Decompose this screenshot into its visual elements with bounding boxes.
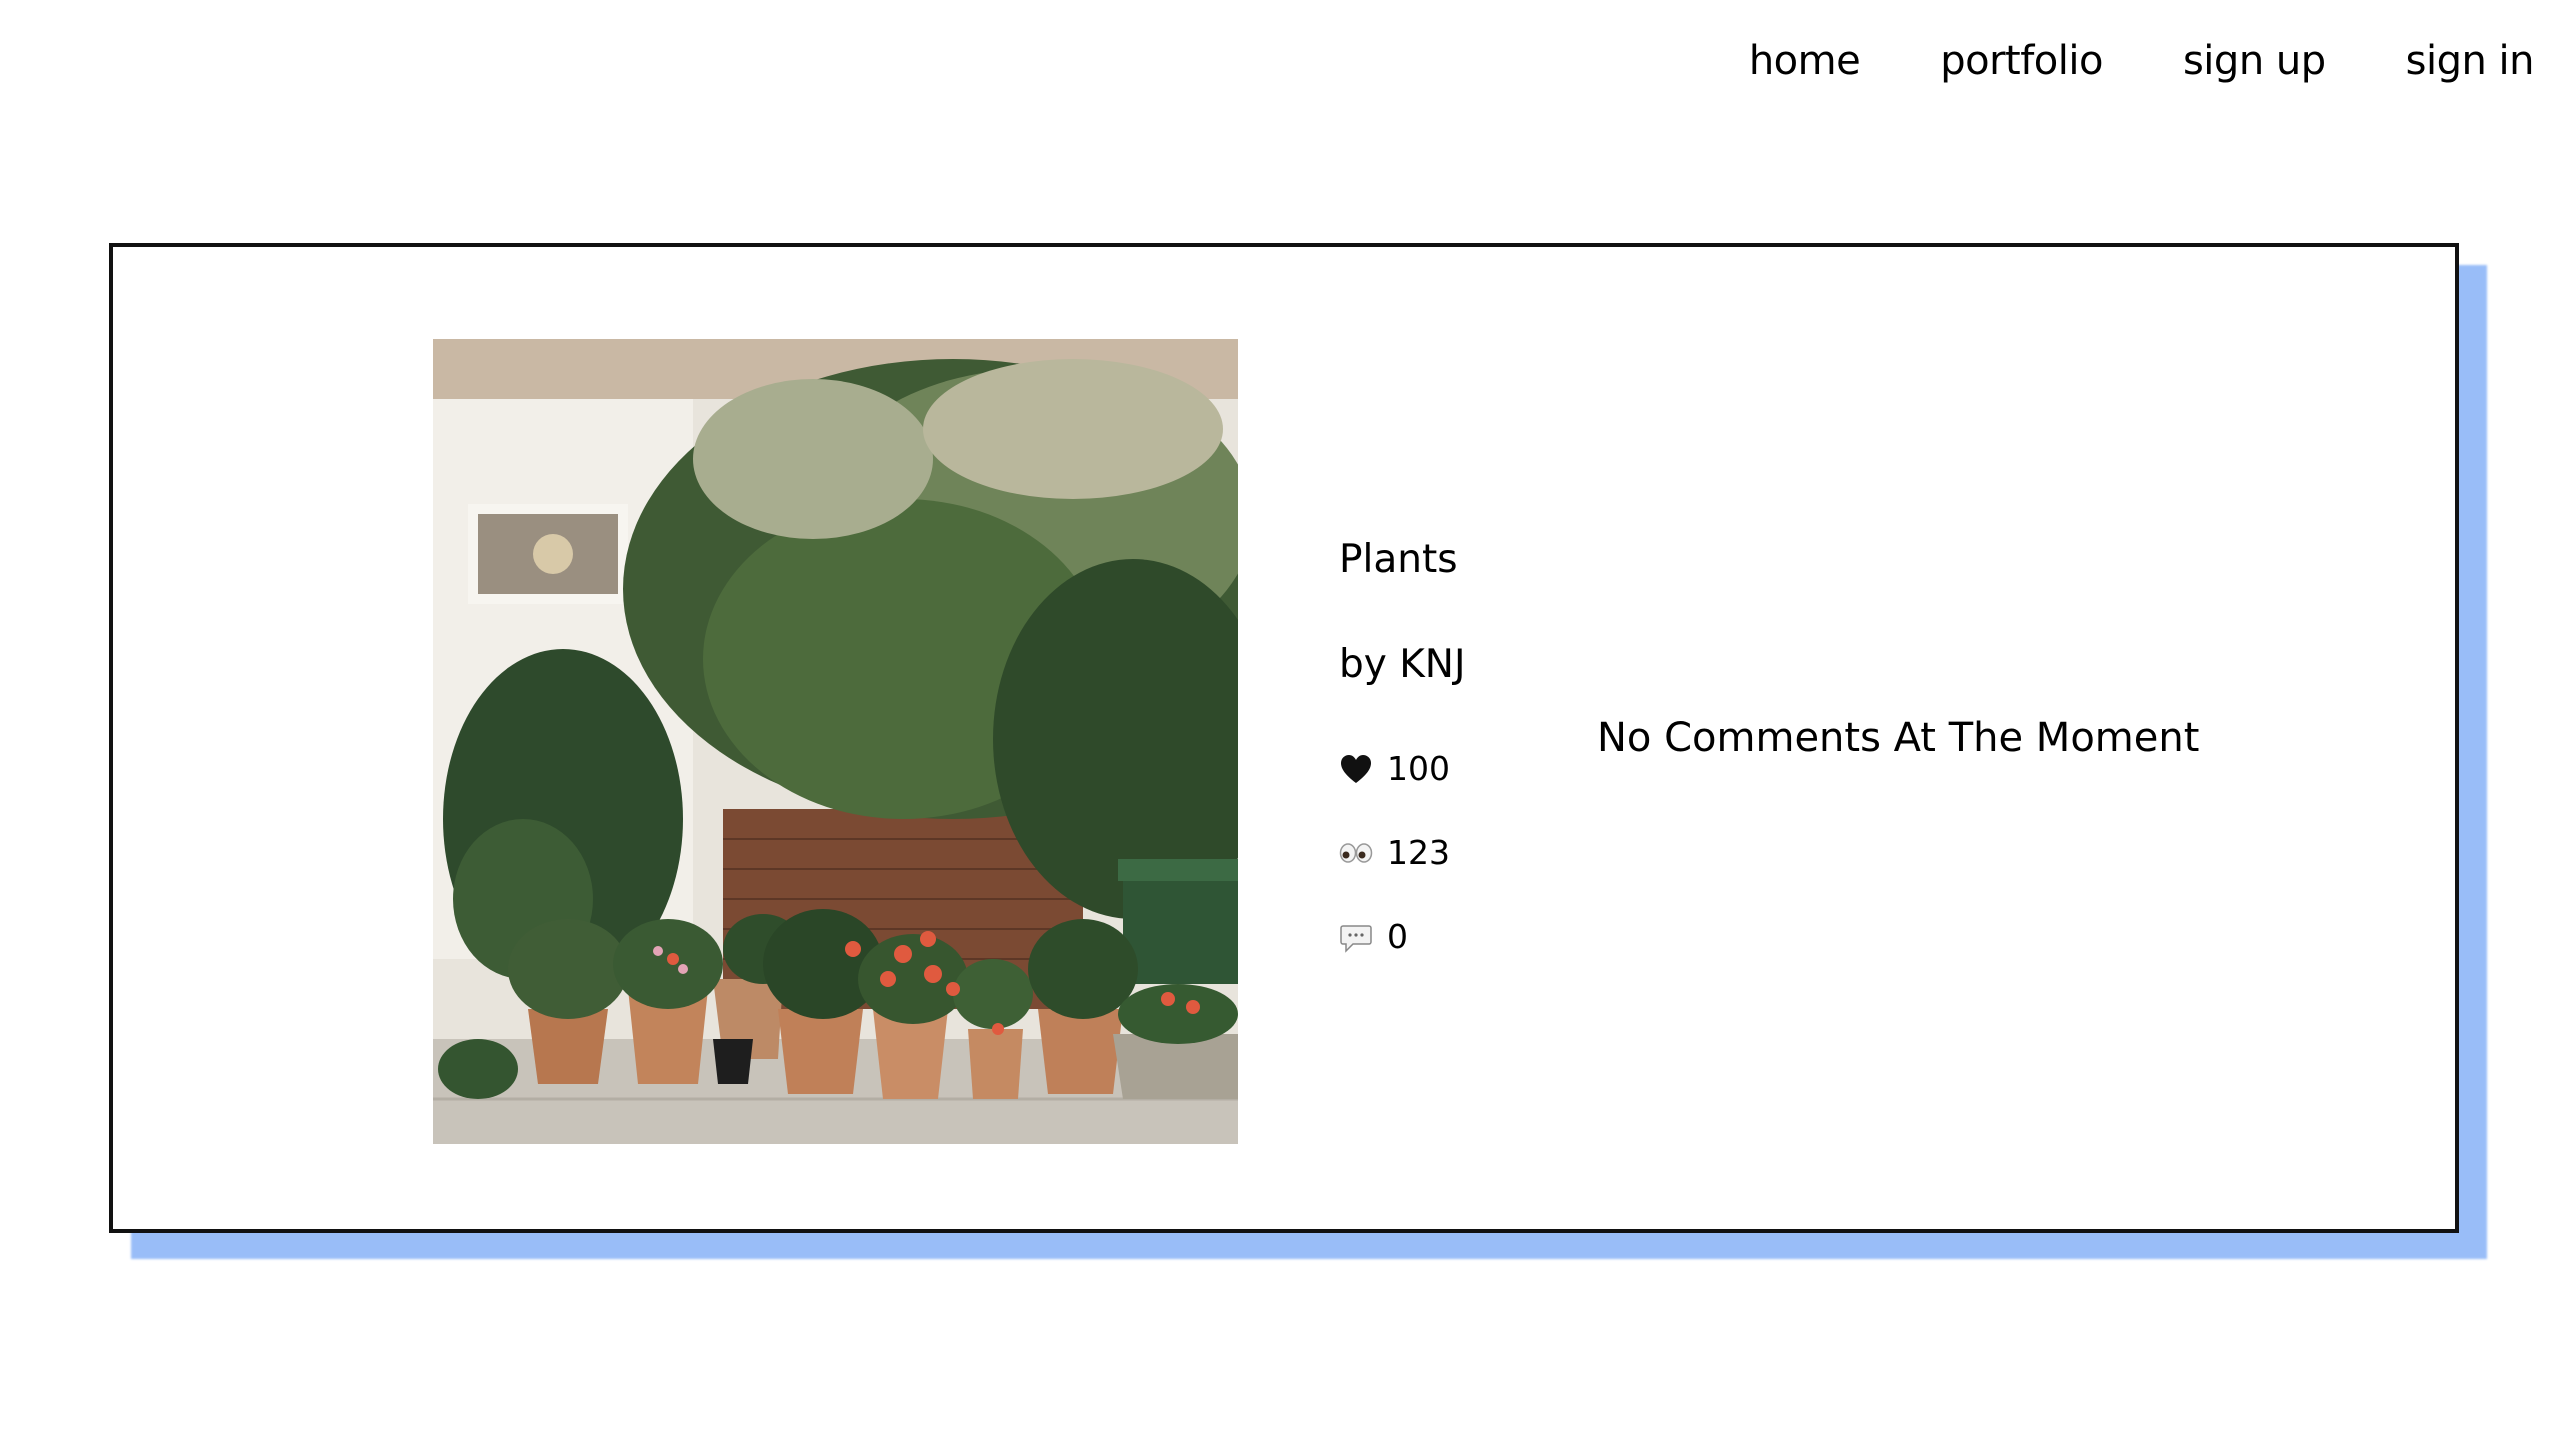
post-author: by KNJ — [1339, 642, 1466, 687]
comments-count: 0 — [1387, 917, 1408, 956]
top-navigation: home portfolio sign up sign in — [1749, 38, 2535, 84]
post-card: Plants by KNJ 100 123 0 No Comments At T… — [109, 243, 2459, 1233]
nav-home-link[interactable]: home — [1749, 38, 1861, 84]
heart-icon[interactable] — [1339, 752, 1373, 786]
nav-sign-up-link[interactable]: sign up — [2183, 38, 2326, 84]
eyes-icon — [1339, 836, 1373, 870]
views-stat: 123 — [1339, 833, 1450, 872]
nav-sign-in-link[interactable]: sign in — [2406, 38, 2535, 84]
no-comments-message: No Comments At The Moment — [1597, 715, 2200, 761]
post-title: Plants — [1339, 537, 1458, 582]
plants-photo-illustration — [433, 339, 1238, 1144]
comments-stat[interactable]: 0 — [1339, 917, 1408, 956]
likes-count: 100 — [1387, 749, 1450, 788]
post-photo[interactable] — [433, 339, 1238, 1144]
nav-portfolio-link[interactable]: portfolio — [1940, 38, 2103, 84]
views-count: 123 — [1387, 833, 1450, 872]
speech-bubble-icon[interactable] — [1339, 920, 1373, 954]
likes-stat[interactable]: 100 — [1339, 749, 1450, 788]
